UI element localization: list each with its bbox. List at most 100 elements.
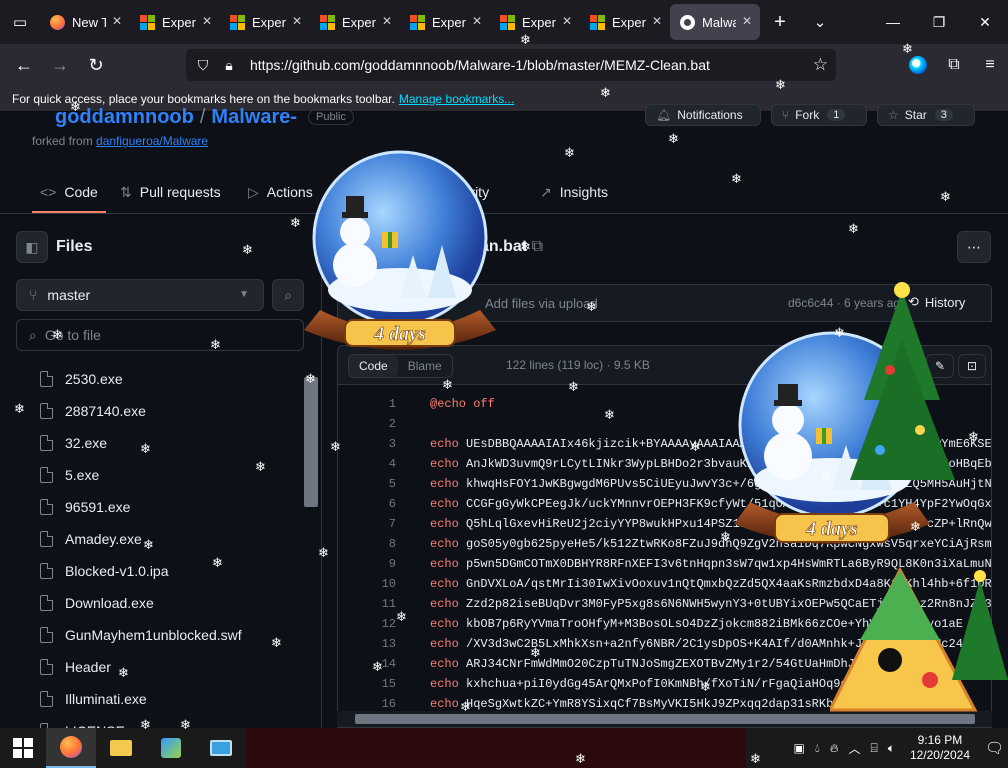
blame-view-button[interactable]: Blame <box>398 355 452 377</box>
line-number[interactable]: 10 <box>338 577 430 591</box>
new-tab-button[interactable]: + <box>760 0 800 44</box>
file-tree-item[interactable]: Illuminati.exe <box>0 683 306 715</box>
line-number[interactable]: 8 <box>338 537 430 551</box>
forward-button[interactable]: → <box>42 44 78 86</box>
close-window-button[interactable]: ✕ <box>962 0 1008 44</box>
browser-tab[interactable]: Experiment ✕ <box>310 4 400 40</box>
line-number[interactable]: 2 <box>338 417 430 431</box>
lock-icon[interactable]: 🔒︎ <box>216 57 242 74</box>
file-tree-item[interactable]: Amadey.exe <box>0 523 306 555</box>
symbols-button[interactable]: ⊡ <box>958 354 986 378</box>
browser-tab[interactable]: Experiment ✕ <box>580 4 670 40</box>
water-drop-icon[interactable]: 💧︎ <box>810 741 825 756</box>
notifications-button[interactable]: 🔔︎ Notifications <box>645 104 761 126</box>
fork-button[interactable]: ⑂ Fork 1 <box>771 104 867 126</box>
maximize-button[interactable]: ❐ <box>916 0 962 44</box>
star-button[interactable]: ☆ Star 3 <box>877 104 975 126</box>
line-number[interactable]: 3 <box>338 437 430 451</box>
minimize-button[interactable]: — <box>870 0 916 44</box>
close-tab-icon[interactable]: ✕ <box>562 14 572 28</box>
line-number[interactable]: 4 <box>338 457 430 471</box>
taskbar-app-1[interactable] <box>146 728 196 768</box>
sidebar-scrollbar[interactable] <box>304 377 318 507</box>
taskbar-file-explorer[interactable] <box>96 728 146 768</box>
line-number[interactable]: 13 <box>338 637 430 651</box>
line-number[interactable]: 16 <box>338 697 430 711</box>
go-to-file-input[interactable]: ⌕ Go to file <box>16 319 304 351</box>
file-tree-item[interactable]: GunMayhem1unblocked.swf <box>0 619 306 651</box>
line-number[interactable]: 1 <box>338 397 430 411</box>
collapse-sidebar-button[interactable]: ◧ <box>16 231 48 263</box>
list-all-tabs-button[interactable]: ⌄ <box>800 0 840 44</box>
close-tab-icon[interactable]: ✕ <box>652 14 662 28</box>
menu-button[interactable]: ≡ <box>972 44 1008 86</box>
clock[interactable]: 9:16 PM 12/20/2024 <box>900 733 980 763</box>
file-tree-item[interactable]: 96591.exe <box>0 491 306 523</box>
file-tree-item[interactable]: 2530.exe <box>0 363 306 395</box>
branch-selector[interactable]: ⑂ master ▼ <box>16 279 264 311</box>
url-bar[interactable]: ⛉ 🔒︎ https://github.com/goddamnnoob/Malw… <box>186 49 836 81</box>
back-button[interactable]: ← <box>6 44 42 86</box>
extensions-button[interactable]: ⧉ <box>936 44 972 86</box>
tray-flame-icon[interactable]: 🔥︎ <box>825 741 844 756</box>
reload-button[interactable]: ↻ <box>78 44 114 86</box>
file-tree-item[interactable]: 5.exe <box>0 459 306 491</box>
tray-app-icon[interactable]: ▣ <box>789 741 810 755</box>
repo-owner-link[interactable]: goddamnnoob <box>55 106 194 128</box>
volume-icon[interactable]: 🔈︎ <box>883 741 900 756</box>
tab-overview-button[interactable]: ▭ <box>0 0 40 44</box>
line-number[interactable]: 12 <box>338 617 430 631</box>
line-number[interactable]: 14 <box>338 657 430 671</box>
raw-button[interactable]: ✎ <box>926 354 954 378</box>
tab-code[interactable]: <> Code <box>32 182 106 213</box>
line-number[interactable]: 9 <box>338 557 430 571</box>
more-options-button[interactable]: ⋯ <box>957 231 991 263</box>
taskbar-app-2[interactable] <box>196 728 246 768</box>
notification-icon[interactable]: 🗨︎ <box>980 739 1008 757</box>
taskbar-firefox[interactable] <box>46 728 96 768</box>
close-tab-icon[interactable]: ✕ <box>472 14 482 28</box>
start-button[interactable] <box>0 728 46 768</box>
close-tab-icon[interactable]: ✕ <box>112 14 122 28</box>
close-tab-icon[interactable]: ✕ <box>292 14 302 28</box>
browser-tab[interactable]: Experiment ✕ <box>400 4 490 40</box>
close-tab-icon[interactable]: ✕ <box>202 14 212 28</box>
close-tab-icon[interactable]: ✕ <box>742 14 752 28</box>
repo-name-link[interactable]: Malware- <box>211 106 297 128</box>
code-horizontal-scrollbar[interactable] <box>337 711 992 727</box>
shield-icon[interactable]: ⛉ <box>190 57 216 74</box>
browser-tab[interactable]: Experiment ✕ <box>130 4 220 40</box>
tab-insights[interactable]: ↗ Insights <box>540 182 608 202</box>
line-number[interactable]: 15 <box>338 677 430 691</box>
account-button[interactable] <box>900 44 936 86</box>
bookmark-star-icon[interactable]: ☆ <box>813 55 828 75</box>
manage-bookmarks-link[interactable]: Manage bookmarks... <box>399 92 514 106</box>
file-tree-item[interactable]: Header <box>0 651 306 683</box>
network-icon[interactable]: ⌸ <box>866 741 883 756</box>
commit-sha[interactable]: d6c6c44 · 6 years ago <box>788 296 907 310</box>
code-view-button[interactable]: Code <box>349 355 398 377</box>
line-number[interactable]: 7 <box>338 517 430 531</box>
browser-tab[interactable]: New Tab ✕ <box>40 4 130 40</box>
file-tree-item[interactable]: Blocked-v1.0.ipa <box>0 555 306 587</box>
search-files-button[interactable]: ⌕ <box>272 279 304 311</box>
file-tree-item[interactable]: 32.exe <box>0 427 306 459</box>
file-tree-item[interactable]: Download.exe <box>0 587 306 619</box>
line-number[interactable]: 11 <box>338 597 430 611</box>
browser-tab[interactable]: Experiment ✕ <box>490 4 580 40</box>
copy-icon[interactable]: ⧉ <box>532 238 543 255</box>
close-tab-icon[interactable]: ✕ <box>382 14 392 28</box>
tab-actions[interactable]: ▷ Actions <box>248 182 313 202</box>
tab-security[interactable]: ⛉ Security <box>420 182 489 202</box>
line-number[interactable]: 5 <box>338 477 430 491</box>
browser-tab[interactable]: Experiment ✕ <box>220 4 310 40</box>
chevron-up-icon[interactable]: ︿ <box>844 740 866 757</box>
line-number[interactable]: 6 <box>338 497 430 511</box>
tab-pull-requests[interactable]: ⇅ Pull requests <box>120 182 221 202</box>
commit-message[interactable]: Add files via upload <box>485 296 598 311</box>
scroll-thumb[interactable] <box>355 714 975 724</box>
forked-source-link[interactable]: danfigueroa/Malware <box>96 134 208 148</box>
browser-tab[interactable]: Malware ✕ <box>670 4 760 40</box>
history-button[interactable]: ⟲ History <box>908 290 965 314</box>
file-tree-item[interactable]: 2887140.exe <box>0 395 306 427</box>
